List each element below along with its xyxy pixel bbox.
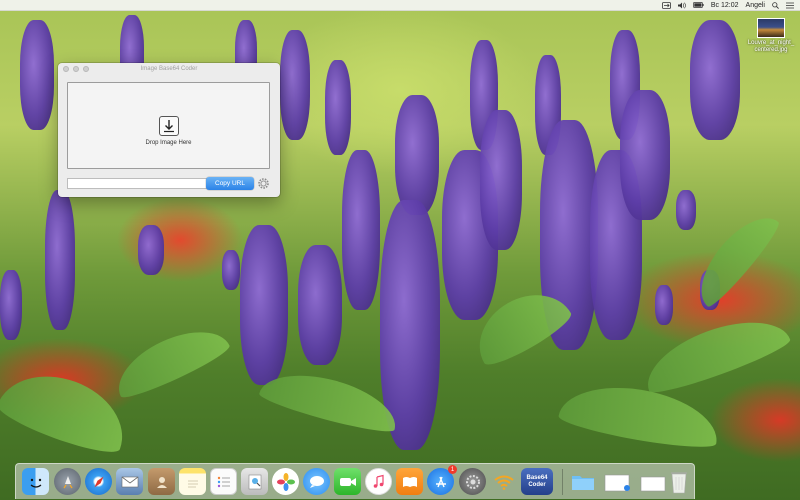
window-title: Image Base64 Coder <box>140 66 198 72</box>
volume-icon[interactable] <box>677 2 686 9</box>
flower-decoration <box>280 30 310 140</box>
search-icon[interactable] <box>772 1 779 9</box>
desktop-file-label: Louvre_at_night_ centered.jpg <box>747 40 795 53</box>
mail-icon[interactable] <box>116 468 143 495</box>
finder-icon[interactable] <box>22 468 49 495</box>
system-preferences-icon[interactable] <box>459 468 486 495</box>
ibooks-icon[interactable] <box>396 468 423 495</box>
reminders-icon[interactable] <box>210 468 237 495</box>
battery-icon[interactable] <box>692 2 704 8</box>
user-name[interactable]: Angeli <box>746 2 765 9</box>
leaf-decoration <box>0 359 137 461</box>
preview-icon[interactable] <box>241 468 268 495</box>
url-field[interactable] <box>67 178 207 189</box>
clock-text[interactable]: Вс 12:02 <box>711 2 739 9</box>
app-store-badge: 1 <box>448 465 457 474</box>
drop-label: Drop Image Here <box>145 140 192 146</box>
messages-icon[interactable] <box>303 468 330 495</box>
photos-icon[interactable] <box>272 468 299 495</box>
flower-decoration <box>325 60 351 155</box>
image-thumbnail <box>757 18 785 38</box>
notes-icon[interactable] <box>179 468 206 495</box>
trash-icon[interactable] <box>665 468 692 495</box>
wifi-icon[interactable] <box>490 468 517 495</box>
contacts-icon[interactable] <box>148 468 175 495</box>
flower-decoration <box>395 95 439 215</box>
download-arrow-icon <box>159 116 179 136</box>
flower-decoration <box>240 225 288 385</box>
dock-separator <box>562 469 563 495</box>
flower-decoration <box>480 110 522 250</box>
flower-decoration <box>45 190 75 330</box>
notification-center-icon[interactable] <box>786 2 794 9</box>
flower-decoration <box>690 20 740 140</box>
flower-decoration <box>20 20 54 130</box>
leaf-decoration <box>556 376 724 454</box>
sync-icon[interactable] <box>661 1 671 9</box>
leaf-decoration <box>686 204 784 311</box>
safari-icon[interactable] <box>85 468 112 495</box>
title-bar[interactable]: Image Base64 Coder <box>58 63 280 75</box>
menu-bar: Вс 12:02 Angeli <box>0 0 800 11</box>
base64-coder-label: Base64 Coder <box>526 474 548 488</box>
flower-decoration <box>655 285 673 325</box>
base64-coder-icon[interactable]: Base64 Coder <box>521 468 553 495</box>
dock: 1 Base64 Coder <box>15 463 695 499</box>
app-window: Image Base64 Coder Drop Image Here Copy … <box>58 63 280 197</box>
copy-url-button[interactable]: Copy URL <box>206 177 254 190</box>
leaf-decoration <box>107 316 233 404</box>
flower-decoration <box>620 90 670 220</box>
drop-zone[interactable]: Drop Image Here <box>67 82 270 169</box>
flower-decoration <box>298 245 342 365</box>
document-icon[interactable] <box>601 468 635 495</box>
flower-decoration <box>222 250 240 290</box>
itunes-icon[interactable] <box>365 468 392 495</box>
launchpad-icon[interactable] <box>54 468 81 495</box>
folder-icon[interactable] <box>569 468 596 495</box>
desktop-file[interactable]: Louvre_at_night_ centered.jpg <box>744 18 798 54</box>
flower-decoration <box>342 150 380 310</box>
facetime-icon[interactable] <box>334 468 361 495</box>
flower-decoration <box>138 225 164 275</box>
app-store-icon[interactable]: 1 <box>427 465 457 495</box>
gear-icon[interactable] <box>257 177 270 190</box>
flower-decoration <box>0 270 22 340</box>
flower-decoration <box>676 190 696 230</box>
